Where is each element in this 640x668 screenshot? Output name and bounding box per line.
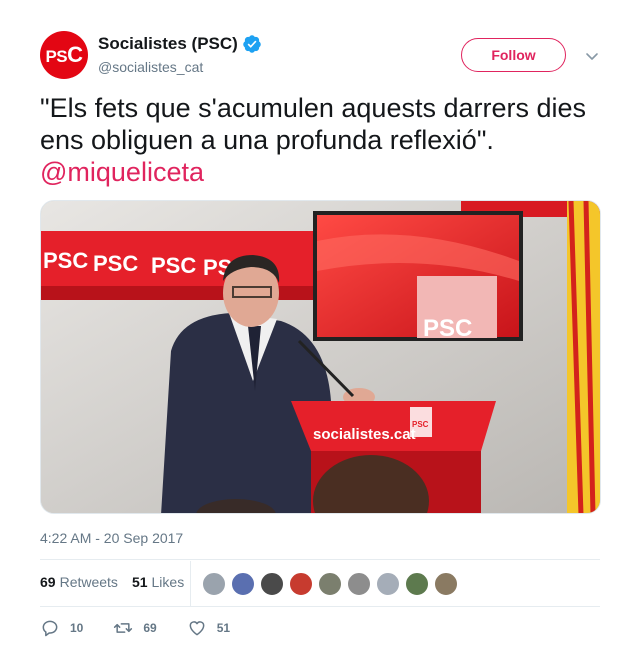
retweets-label: Retweets	[59, 574, 118, 590]
like-count: 51	[216, 621, 231, 635]
heart-icon	[189, 621, 205, 636]
liker-avatars	[202, 572, 463, 596]
liker-avatar[interactable]	[231, 572, 255, 596]
podium-badge: PSC	[412, 420, 429, 429]
avatar-logo: PSC	[45, 42, 83, 67]
liker-avatar[interactable]	[318, 572, 342, 596]
divider	[40, 559, 600, 560]
divider	[40, 606, 600, 607]
tweet-body: "Els fets que s'acumulen aquests darrers…	[40, 93, 587, 155]
liker-avatar[interactable]	[260, 572, 284, 596]
photo-scene: PSC PSC PSC PSC PSC socialistes.cat PSC	[41, 201, 600, 513]
retweet-button[interactable]: 69	[113, 618, 157, 638]
avatar[interactable]: PSC	[40, 31, 88, 79]
liker-avatar[interactable]	[202, 572, 226, 596]
svg-text:PSC: PSC	[93, 251, 138, 276]
follow-button[interactable]: Follow	[461, 38, 566, 72]
reply-icon	[42, 620, 58, 637]
retweet-count: 69	[143, 621, 157, 635]
retweet-icon	[114, 623, 133, 633]
reply-count: 10	[70, 621, 84, 635]
liker-avatar[interactable]	[434, 572, 458, 596]
author-handle[interactable]: @socialistes_cat	[98, 59, 203, 75]
podium-text: socialistes.cat	[313, 426, 416, 443]
tweet-card: PSC Socialistes (PSC) @socialistes_cat F…	[0, 0, 640, 668]
likes-stat[interactable]: 51 Likes	[132, 574, 184, 590]
mention-link[interactable]: @miqueliceta	[40, 156, 610, 188]
tweet-photo[interactable]: PSC PSC PSC PSC PSC socialistes.cat PSC	[40, 200, 601, 514]
liker-avatar[interactable]	[289, 572, 313, 596]
liker-avatar[interactable]	[347, 572, 371, 596]
retweets-stat[interactable]: 69 Retweets	[40, 574, 118, 590]
author-name-row: Socialistes (PSC)	[98, 34, 262, 54]
chevron-down-icon[interactable]	[583, 47, 601, 65]
likes-label: Likes	[151, 574, 185, 590]
stats-separator	[190, 561, 191, 606]
verified-badge-icon	[243, 35, 261, 53]
tweet-timestamp[interactable]: 4:22 AM - 20 Sep 2017	[40, 530, 183, 546]
tweet-stats: 69 Retweets 51 Likes	[40, 574, 198, 590]
retweets-count: 69	[40, 574, 56, 590]
tweet-actions: 10 69 51	[40, 618, 260, 638]
likes-count: 51	[131, 574, 148, 590]
reply-button[interactable]: 10	[40, 618, 83, 638]
liker-avatar[interactable]	[376, 572, 400, 596]
tweet-text: "Els fets que s'acumulen aquests darrers…	[40, 92, 610, 188]
like-button[interactable]: 51	[187, 618, 230, 638]
svg-text:PSC: PSC	[43, 248, 88, 273]
author-display-name[interactable]: Socialistes (PSC)	[98, 34, 238, 54]
svg-text:PSC: PSC	[151, 253, 196, 278]
liker-avatar[interactable]	[405, 572, 429, 596]
screen-logo: PSC	[423, 315, 472, 342]
